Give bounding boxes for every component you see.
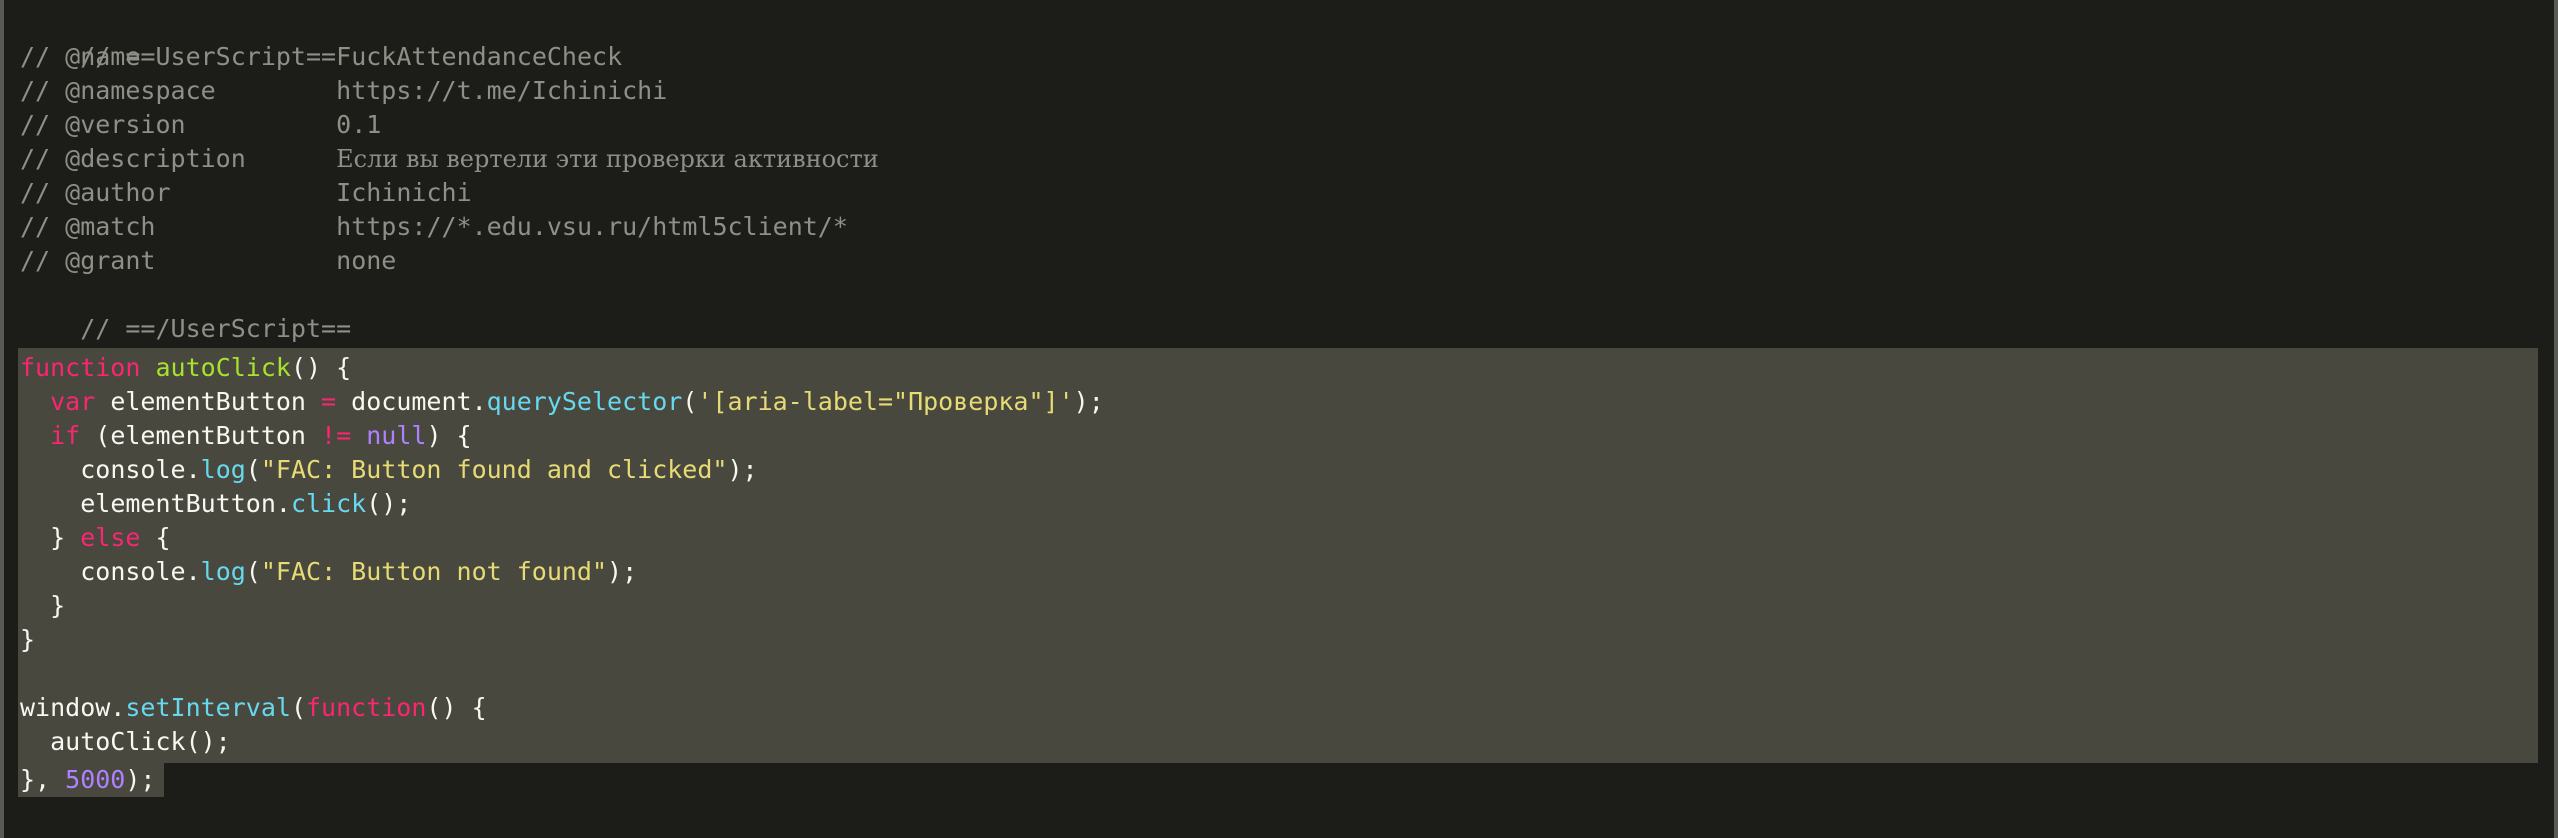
punctuation: (	[245, 557, 261, 586]
comment-prefix: //	[20, 42, 66, 71]
meta-value-author: Ichinichi	[336, 178, 472, 207]
meta-value-grant: none	[336, 246, 397, 275]
code-line-2: // @name FuckAttendanceCheck	[20, 40, 622, 74]
punctuation: {	[140, 523, 171, 552]
comment-prefix: //	[20, 110, 66, 139]
code-line-6: // @author Ichinichi	[20, 176, 472, 210]
meta-value-namespace: https://t.me/Ichinichi	[336, 76, 668, 105]
keyword-else: else	[80, 523, 141, 552]
operator-not-equal: !=	[321, 421, 352, 450]
keyword-var: var	[50, 387, 96, 416]
code-line-21: window.setInterval(function() {	[20, 691, 487, 725]
meta-key-namespace: @namespace	[65, 76, 216, 105]
closing-brace: }	[20, 591, 66, 620]
code-line-5: // @description Если вы вертели эти прове…	[20, 142, 879, 176]
comment-prefix: //	[20, 246, 66, 275]
code-line-7: // @match https://*.edu.vsu.ru/html5clien…	[20, 210, 848, 244]
meta-value-match: https://*.edu.vsu.ru/html5client/*	[336, 212, 848, 241]
punctuation: () {	[426, 693, 487, 722]
punctuation: ) {	[426, 421, 472, 450]
code-line-16: } else {	[20, 521, 171, 555]
editor-right-border	[2554, 0, 2558, 838]
method-click: click	[290, 489, 367, 518]
identifier-elementbutton: elementButton.	[80, 489, 291, 518]
header-close-comment: // ==/UserScript==	[80, 314, 352, 343]
code-line-4: // @version 0.1	[20, 108, 381, 142]
meta-key-description: @description	[65, 144, 246, 173]
string-found-message: "FAC: Button found and clicked"	[260, 455, 728, 484]
punctuation: }	[50, 523, 81, 552]
code-line-15: elementButton.click();	[20, 487, 411, 521]
code-line-11: function autoClick() {	[20, 351, 351, 385]
code-line-23: }, 5000);	[20, 763, 155, 797]
method-queryselector: querySelector	[486, 387, 683, 416]
code-line-13: if (elementButton != null) {	[20, 419, 472, 453]
comment-prefix: //	[20, 76, 66, 105]
keyword-if: if	[50, 421, 81, 450]
identifier-document: document.	[336, 387, 487, 416]
identifier-console: console.	[80, 455, 201, 484]
code-line-8: // @grant none	[20, 244, 396, 278]
code-line-17: console.log("FAC: Button not found");	[20, 555, 637, 589]
punctuation: (	[290, 693, 306, 722]
meta-value-description: Если вы вертели эти проверки активности	[336, 145, 879, 173]
punctuation: );	[607, 557, 638, 586]
method-setinterval: setInterval	[125, 693, 291, 722]
identifier-window: window.	[20, 693, 126, 722]
number-interval: 5000	[65, 765, 126, 794]
literal-null: null	[366, 421, 427, 450]
punctuation: },	[20, 765, 66, 794]
meta-value-name: FuckAttendanceCheck	[336, 42, 623, 71]
call-autoclick: autoClick();	[20, 727, 231, 756]
punctuation: ();	[366, 489, 412, 518]
code-line-19: }	[20, 623, 35, 657]
method-log: log	[200, 557, 246, 586]
code-editor[interactable]: // ==UserScript== // @name FuckAttendance…	[0, 0, 2558, 838]
comment-prefix: //	[20, 212, 66, 241]
meta-key-match: @match	[65, 212, 156, 241]
punctuation: );	[1073, 387, 1104, 416]
method-log: log	[200, 455, 246, 484]
keyword-function: function	[20, 353, 141, 382]
meta-value-version: 0.1	[336, 110, 382, 139]
code-line-14: console.log("FAC: Button found and click…	[20, 453, 758, 487]
operator-assign: =	[321, 387, 337, 416]
code-line-1: // ==UserScript==	[20, 6, 336, 71]
comment-prefix: //	[20, 144, 66, 173]
closing-brace: }	[20, 625, 36, 654]
punctuation: () {	[290, 353, 352, 382]
identifier-console: console.	[80, 557, 201, 586]
meta-key-grant: @grant	[65, 246, 156, 275]
meta-key-name: @name	[65, 42, 141, 71]
punctuation: (	[245, 455, 261, 484]
editor-left-border	[0, 0, 4, 838]
punctuation: );	[727, 455, 758, 484]
keyword-function: function	[306, 693, 427, 722]
meta-key-author: @author	[65, 178, 171, 207]
comment-prefix: //	[20, 178, 66, 207]
string-selector: '[aria-label="Проверка"]'	[697, 387, 1074, 416]
string-not-found-message: "FAC: Button not found"	[260, 557, 608, 586]
punctuation: (	[682, 387, 698, 416]
identifier: elementButton	[95, 387, 322, 416]
code-line-18: }	[20, 589, 65, 623]
code-line-22: autoClick();	[20, 725, 231, 759]
meta-key-version: @version	[65, 110, 186, 139]
condition-text: (elementButton	[80, 421, 322, 450]
code-line-9: // ==/UserScript==	[20, 278, 351, 343]
function-name-autoclick: autoClick	[155, 353, 291, 382]
code-line-3: // @namespace https://t.me/Ichinichi	[20, 74, 667, 108]
punctuation: );	[125, 765, 156, 794]
code-line-12: var elementButton = document.querySelect…	[20, 385, 1104, 419]
